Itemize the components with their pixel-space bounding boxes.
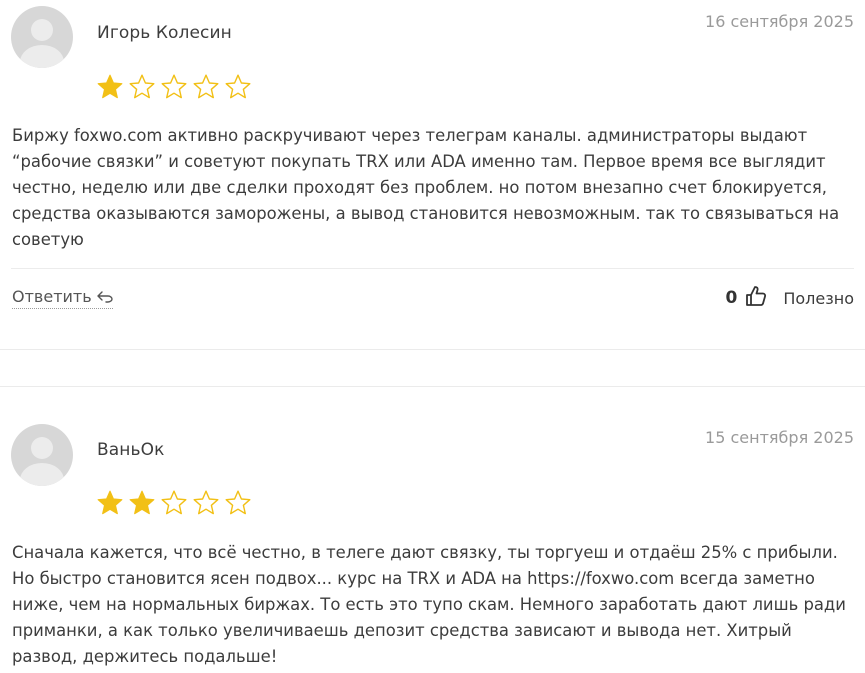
thumbs-up-icon[interactable] — [745, 285, 767, 311]
section-divider — [0, 386, 865, 387]
avatar — [11, 6, 73, 68]
helpful-section: 0 Полезно — [725, 285, 854, 311]
star-empty-icon — [225, 490, 251, 515]
star-filled-icon — [129, 490, 155, 515]
star-empty-icon — [129, 74, 155, 99]
star-empty-icon — [161, 74, 187, 99]
star-filled-icon — [97, 74, 123, 99]
review-text: Биржу foxwo.com активно раскручивают чер… — [12, 126, 840, 249]
review-author: ВаньОк — [97, 440, 165, 460]
review-text: Сначала кажется, что всё честно, в телег… — [12, 543, 846, 666]
avatar — [11, 424, 73, 486]
reply-arrow-icon — [96, 290, 113, 303]
divider — [11, 268, 854, 269]
star-empty-icon — [161, 490, 187, 515]
review-author: Игорь Колесин — [97, 23, 232, 43]
review-card: Игорь Колесин 16 сентября 2025 Биржу fox… — [0, 0, 865, 340]
section-divider — [0, 349, 865, 350]
review-date: 15 сентября 2025 — [705, 428, 854, 447]
star-empty-icon — [193, 490, 219, 515]
review-card: ВаньОк 15 сентября 2025 Сначала кажется,… — [0, 418, 865, 673]
helpful-label[interactable]: Полезно — [783, 289, 854, 308]
star-filled-icon — [97, 490, 123, 515]
reply-button[interactable]: Ответить — [12, 287, 113, 309]
reply-label: Ответить — [12, 287, 92, 306]
review-date: 16 сентября 2025 — [705, 12, 854, 31]
rating-stars — [96, 73, 252, 101]
rating-stars — [96, 489, 252, 517]
star-empty-icon — [193, 74, 219, 99]
user-placeholder-icon — [20, 437, 64, 486]
star-empty-icon — [225, 74, 251, 99]
helpful-count: 0 — [725, 288, 738, 308]
user-placeholder-icon — [20, 19, 64, 68]
